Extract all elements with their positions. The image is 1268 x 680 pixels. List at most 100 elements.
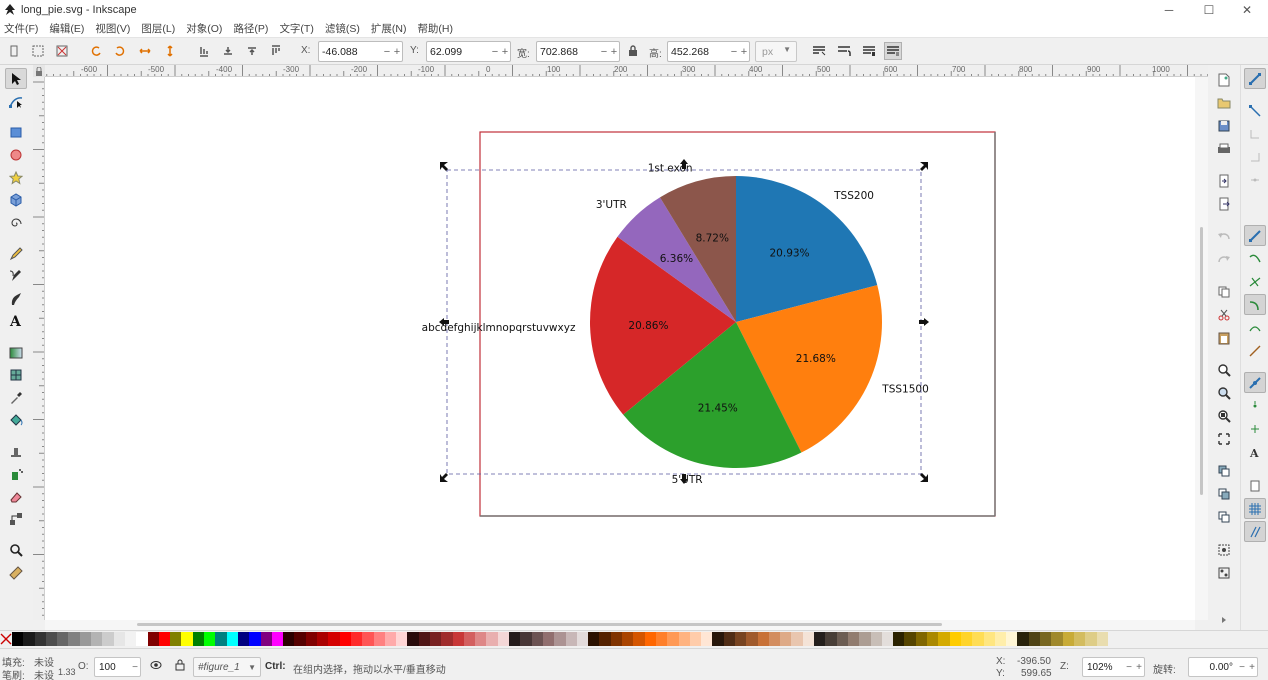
snap-center-icon[interactable] <box>1244 395 1266 416</box>
color-swatch[interactable] <box>983 631 995 646</box>
copy-icon[interactable] <box>1215 283 1233 301</box>
snap-page-border-icon[interactable] <box>1244 475 1266 496</box>
color-swatch[interactable] <box>599 631 611 646</box>
close-button[interactable]: ✕ <box>1228 0 1266 20</box>
color-swatch[interactable] <box>881 631 894 646</box>
color-swatch[interactable] <box>949 631 961 646</box>
height-increment-button[interactable]: + <box>739 46 749 58</box>
pencil-tool-icon[interactable] <box>5 243 27 264</box>
color-swatch[interactable] <box>226 631 238 646</box>
horizontal-scrollbar[interactable] <box>45 620 1195 630</box>
color-swatch[interactable] <box>1028 631 1041 646</box>
color-swatch[interactable] <box>678 631 690 646</box>
zoom-selection-icon[interactable] <box>1215 361 1233 379</box>
color-swatch[interactable] <box>102 631 114 646</box>
color-swatch[interactable] <box>79 631 92 646</box>
ellipse-tool-icon[interactable] <box>5 144 27 165</box>
color-swatch[interactable] <box>328 631 340 646</box>
color-swatch[interactable] <box>768 631 781 646</box>
color-swatch[interactable] <box>294 631 306 646</box>
drawing-canvas[interactable]: 20.93%TSS20021.68%TSS150021.45%5'UTR20.8… <box>45 77 1195 620</box>
maximize-button[interactable]: ☐ <box>1190 0 1228 20</box>
color-swatch[interactable] <box>271 631 284 646</box>
color-swatch[interactable] <box>565 631 577 646</box>
y-decrement-button[interactable]: − <box>490 46 500 58</box>
color-swatch[interactable] <box>384 631 397 646</box>
rotation-decrement-button[interactable]: − <box>1237 662 1247 673</box>
color-swatch[interactable] <box>418 631 430 646</box>
menu-file[interactable]: 文件(F) <box>4 21 38 36</box>
select-all-icon[interactable] <box>5 42 23 60</box>
menu-view[interactable]: 视图(V) <box>95 21 130 36</box>
x-input[interactable]: -46.088 − + <box>318 41 403 62</box>
color-swatch[interactable] <box>396 631 408 646</box>
calligraphy-tool-icon[interactable] <box>5 288 27 309</box>
import-icon[interactable] <box>1215 172 1233 190</box>
color-swatch[interactable] <box>746 631 758 646</box>
color-swatch[interactable] <box>373 631 385 646</box>
snap-toggle-icon[interactable] <box>1244 68 1266 89</box>
new-document-icon[interactable] <box>1215 71 1233 89</box>
color-swatch[interactable] <box>994 631 1007 646</box>
ruler-corner-lock-icon[interactable] <box>33 65 45 77</box>
select-all-layers-icon[interactable] <box>29 42 47 60</box>
zoom-decrement-button[interactable]: − <box>1124 662 1134 673</box>
zoom-tool-icon[interactable] <box>5 539 27 560</box>
color-swatch[interactable] <box>45 631 58 646</box>
vertical-ruler[interactable] <box>33 77 45 620</box>
ungroup-icon[interactable] <box>1215 564 1233 582</box>
color-swatch[interactable] <box>91 631 103 646</box>
menu-help[interactable]: 帮助(H) <box>417 21 453 36</box>
open-icon[interactable] <box>1215 94 1233 112</box>
stroke-width-value[interactable]: 1.33 <box>58 667 76 677</box>
color-swatch[interactable] <box>350 631 363 646</box>
unlink-clone-icon[interactable] <box>1215 508 1233 526</box>
color-swatch[interactable] <box>136 631 148 646</box>
color-swatch[interactable] <box>509 631 521 646</box>
opacity-decrement-button[interactable]: − <box>130 662 140 673</box>
color-swatch[interactable] <box>1085 631 1097 646</box>
rotation-input[interactable]: 0.00° − + <box>1188 657 1258 677</box>
rotate-ccw-icon[interactable] <box>87 42 105 60</box>
color-swatch[interactable] <box>1040 631 1052 646</box>
color-swatch[interactable] <box>531 631 543 646</box>
color-swatch[interactable] <box>644 631 656 646</box>
color-swatch[interactable] <box>893 631 905 646</box>
color-swatch[interactable] <box>429 631 442 646</box>
rotation-increment-button[interactable]: + <box>1247 662 1257 673</box>
mesh-tool-icon[interactable] <box>5 364 27 385</box>
y-input[interactable]: 62.099 − + <box>426 41 511 62</box>
flip-vertical-icon[interactable] <box>161 42 179 60</box>
zoom-drawing-icon[interactable] <box>1215 384 1233 402</box>
color-swatch[interactable] <box>260 631 272 646</box>
menu-extensions[interactable]: 扩展(N) <box>371 21 407 36</box>
pen-tool-icon[interactable] <box>5 265 27 286</box>
layer-select[interactable]: #figure_1 ▼ <box>193 657 261 677</box>
color-swatch[interactable] <box>622 631 634 646</box>
scale-stroke-icon[interactable] <box>810 42 828 60</box>
color-swatch[interactable] <box>576 631 589 646</box>
node-tool-icon[interactable] <box>5 91 27 112</box>
menu-path[interactable]: 路径(P) <box>233 21 268 36</box>
color-swatch[interactable] <box>735 631 747 646</box>
width-decrement-button[interactable]: − <box>599 46 609 58</box>
color-swatch[interactable] <box>554 631 566 646</box>
zoom-input[interactable]: 102% − + <box>1082 657 1145 677</box>
color-swatch[interactable] <box>667 631 679 646</box>
color-swatch[interactable] <box>655 631 668 646</box>
snap-intersection-icon[interactable] <box>1244 271 1266 292</box>
color-swatch[interactable] <box>475 631 487 646</box>
snap-smooth-icon[interactable] <box>1244 317 1266 338</box>
color-swatch[interactable] <box>542 631 555 646</box>
raise-to-top-icon[interactable] <box>267 42 285 60</box>
color-swatch[interactable] <box>486 631 498 646</box>
color-swatch[interactable] <box>192 631 205 646</box>
more-commands-icon[interactable] <box>1215 611 1233 629</box>
color-swatch[interactable] <box>283 631 295 646</box>
clone-icon[interactable] <box>1215 485 1233 503</box>
color-swatch[interactable] <box>441 631 453 646</box>
color-swatch[interactable] <box>757 631 769 646</box>
color-swatch[interactable] <box>237 631 250 646</box>
no-paint-swatch[interactable] <box>0 632 12 646</box>
spray-tool-icon[interactable] <box>5 463 27 484</box>
